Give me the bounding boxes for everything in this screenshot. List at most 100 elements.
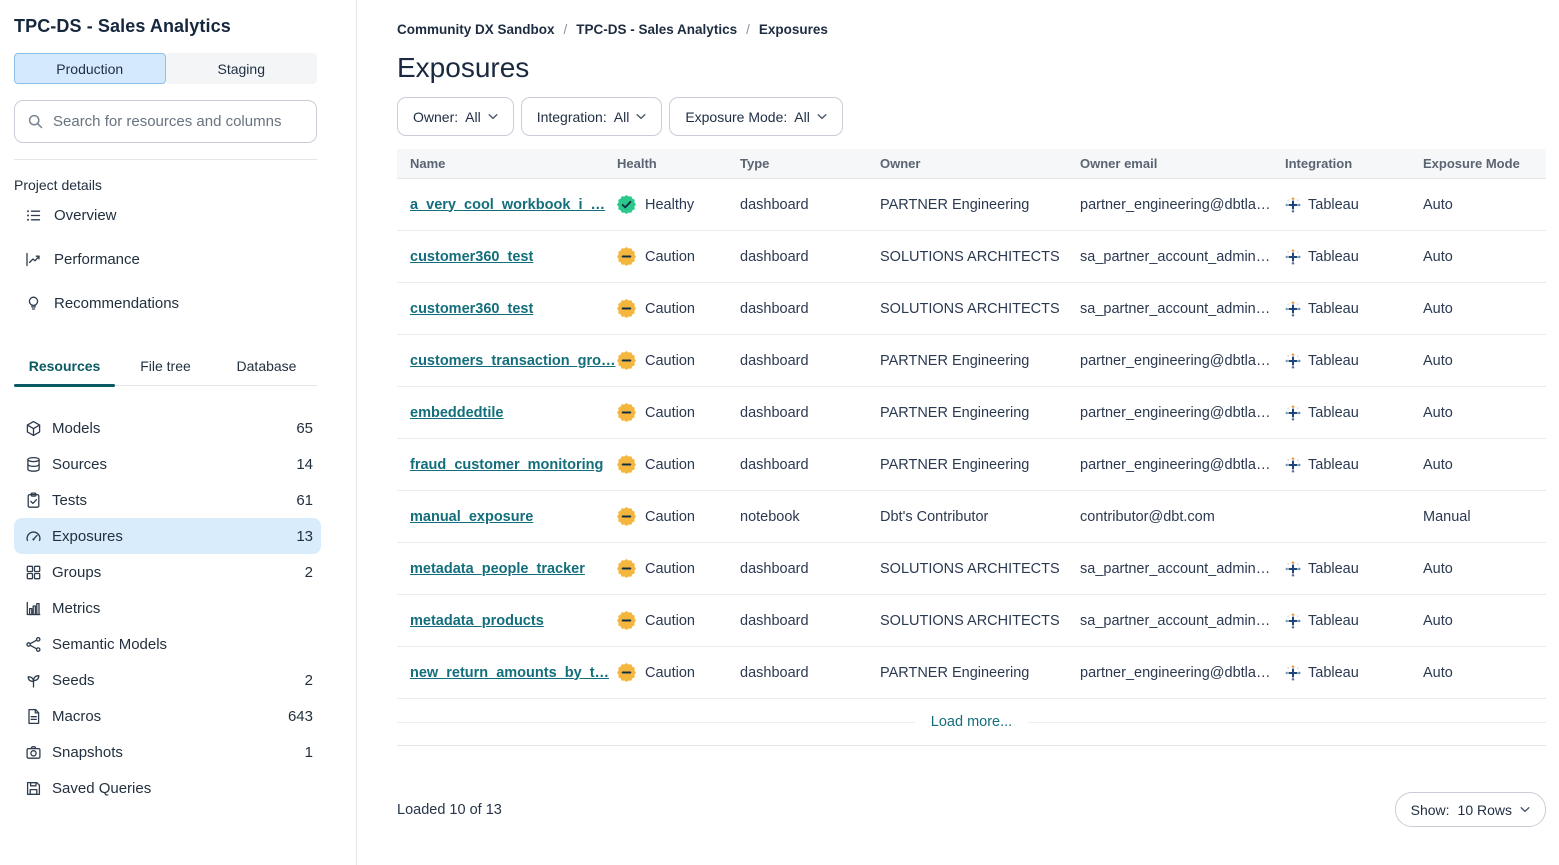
search-input[interactable] [53, 113, 304, 130]
exposure-mode-cell: Auto [1423, 353, 1546, 369]
health-cell: Caution [617, 247, 740, 266]
health-badge-icon [617, 663, 636, 682]
exposure-mode-cell: Auto [1423, 561, 1546, 577]
breadcrumb-project[interactable]: TPC-DS - Sales Analytics [576, 22, 737, 37]
sprout-icon [25, 672, 42, 689]
resource-label: Exposures [52, 528, 123, 545]
sidebar-item-saved-queries[interactable]: Saved Queries [14, 770, 321, 806]
filter-label: Exposure Mode: [685, 109, 787, 125]
type-cell: dashboard [740, 405, 880, 421]
network-icon [25, 636, 42, 653]
owner-email-cell: partner_engineering@dbtla… [1080, 197, 1285, 213]
exposure-name-link[interactable]: customer360_test [410, 249, 533, 265]
exposure-name-link[interactable]: embeddedtile [410, 405, 503, 421]
health-label: Caution [645, 249, 695, 265]
main-content: Community DX Sandbox / TPC-DS - Sales An… [357, 0, 1559, 865]
exposure-name-link[interactable]: fraud_customer_monitoring [410, 457, 603, 473]
sidebar-item-exposures[interactable]: Exposures 13 [14, 518, 321, 554]
resource-count: 643 [288, 708, 313, 725]
table-body: a_very_cool_workbook_i_… Healthy dashboa… [397, 179, 1546, 699]
project-title: TPC-DS - Sales Analytics [14, 16, 316, 37]
owner-cell: SOLUTIONS ARCHITECTS [880, 561, 1080, 577]
sidebar-item-performance[interactable]: Performance [14, 237, 317, 281]
staging-toggle-button[interactable]: Staging [166, 53, 318, 84]
sidebar-item-sources[interactable]: Sources 14 [14, 446, 321, 482]
exposure-mode-filter-dropdown[interactable]: Exposure Mode: All [669, 97, 843, 136]
tab-database[interactable]: Database [216, 349, 317, 385]
save-icon [25, 780, 42, 797]
exposure-name-link[interactable]: manual_exposure [410, 509, 533, 525]
health-badge-icon [617, 195, 636, 214]
rows-per-page-dropdown[interactable]: Show: 10 Rows [1395, 792, 1546, 827]
resource-label: Seeds [52, 672, 95, 689]
breadcrumb-separator: / [564, 22, 568, 37]
column-header-exposure-mode: Exposure Mode [1423, 156, 1546, 171]
breadcrumb-account[interactable]: Community DX Sandbox [397, 22, 555, 37]
health-badge-icon [617, 611, 636, 630]
tab-resources[interactable]: Resources [14, 349, 115, 385]
health-label: Healthy [645, 197, 694, 213]
resource-count: 1 [305, 744, 313, 761]
sidebar-item-seeds[interactable]: Seeds 2 [14, 662, 321, 698]
sidebar-item-semantic-models[interactable]: Semantic Models [14, 626, 321, 662]
project-details-label: Project details [14, 177, 316, 193]
exposure-name-link[interactable]: metadata_products [410, 613, 544, 629]
chevron-down-icon [1520, 805, 1530, 814]
exposure-name-link[interactable]: a_very_cool_workbook_i_… [410, 197, 605, 213]
load-more-link[interactable]: Load more... [915, 714, 1028, 730]
resource-label: Semantic Models [52, 636, 167, 653]
exposure-name-link[interactable]: new_return_amounts_by_t… [410, 665, 609, 681]
health-cell: Caution [617, 299, 740, 318]
owner-email-cell: partner_engineering@dbtla… [1080, 353, 1285, 369]
integration-label: Tableau [1308, 665, 1359, 681]
owner-filter-dropdown[interactable]: Owner: All [397, 97, 514, 136]
sidebar-item-metrics[interactable]: Metrics [14, 590, 321, 626]
type-cell: dashboard [740, 301, 880, 317]
integration-label: Tableau [1308, 613, 1359, 629]
tableau-icon [1285, 457, 1301, 473]
exposure-name-link[interactable]: metadata_people_tracker [410, 561, 585, 577]
lightbulb-icon [25, 295, 42, 312]
exposure-name-link[interactable]: customer360_test [410, 301, 533, 317]
sidebar-item-macros[interactable]: Macros 643 [14, 698, 321, 734]
type-cell: dashboard [740, 353, 880, 369]
sidebar-item-models[interactable]: Models 65 [14, 410, 321, 446]
resource-label: Snapshots [52, 744, 123, 761]
gauge-icon [25, 528, 42, 545]
integration-cell: Tableau [1285, 405, 1423, 421]
chevron-down-icon [817, 112, 827, 121]
owner-email-cell: partner_engineering@dbtla… [1080, 457, 1285, 473]
sidebar-item-snapshots[interactable]: Snapshots 1 [14, 734, 321, 770]
sidebar-item-groups[interactable]: Groups 2 [14, 554, 321, 590]
exposure-mode-cell: Auto [1423, 665, 1546, 681]
tableau-icon [1285, 405, 1301, 421]
health-badge-icon [617, 455, 636, 474]
tab-file-tree[interactable]: File tree [115, 349, 216, 385]
sidebar-item-tests[interactable]: Tests 61 [14, 482, 321, 518]
owner-cell: PARTNER Engineering [880, 457, 1080, 473]
integration-filter-dropdown[interactable]: Integration: All [521, 97, 663, 136]
table-footer: Loaded 10 of 13 Show: 10 Rows [397, 792, 1546, 827]
production-toggle-button[interactable]: Production [14, 53, 166, 84]
integration-cell: Tableau [1285, 561, 1423, 577]
exposure-name-link[interactable]: customers_transaction_gro… [410, 353, 615, 369]
tableau-icon [1285, 561, 1301, 577]
table-row: embeddedtile Caution dashboard PARTNER E… [397, 387, 1546, 439]
integration-cell: Tableau [1285, 457, 1423, 473]
sidebar-item-overview[interactable]: Overview [14, 193, 317, 237]
sidebar-item-recommendations[interactable]: Recommendations [14, 281, 317, 325]
integration-label: Tableau [1308, 561, 1359, 577]
exposure-mode-cell: Auto [1423, 405, 1546, 421]
tableau-icon [1285, 197, 1301, 213]
column-header-integration: Integration [1285, 156, 1423, 171]
resource-label: Macros [52, 708, 101, 725]
resource-list: Models 65 Sources 14 Tests 61 Exposures … [14, 410, 321, 806]
health-badge-icon [617, 299, 636, 318]
table-row: a_very_cool_workbook_i_… Healthy dashboa… [397, 179, 1546, 231]
health-cell: Healthy [617, 195, 740, 214]
breadcrumb-separator: / [746, 22, 750, 37]
loaded-count-text: Loaded 10 of 13 [397, 802, 502, 818]
owner-cell: PARTNER Engineering [880, 353, 1080, 369]
search-box[interactable] [14, 100, 317, 143]
sidebar-item-label: Recommendations [54, 295, 179, 312]
